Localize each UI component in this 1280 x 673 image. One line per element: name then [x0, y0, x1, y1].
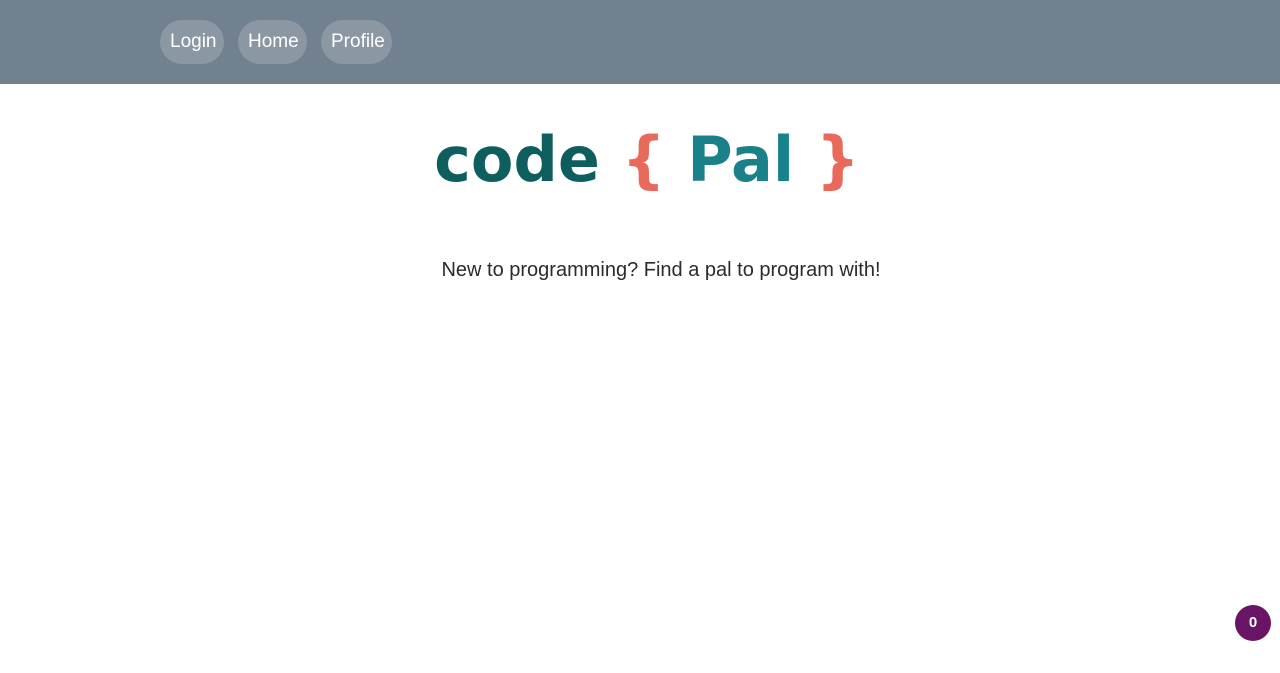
site-logo: code { Pal }: [0, 118, 1280, 202]
logo-word-pal: Pal: [687, 123, 795, 196]
logo-word-code: code: [434, 123, 600, 196]
logo-close-brace: }: [815, 123, 860, 196]
tagline-text: New to programming? Find a pal to progra…: [441, 259, 881, 281]
login-button[interactable]: Login: [160, 20, 224, 64]
profile-button[interactable]: Profile: [321, 20, 392, 64]
top-navbar: Login Home Profile: [0, 0, 1280, 84]
notification-count-badge[interactable]: 0: [1235, 605, 1271, 641]
logo-open-brace: {: [621, 123, 666, 196]
home-button[interactable]: Home: [238, 20, 307, 64]
